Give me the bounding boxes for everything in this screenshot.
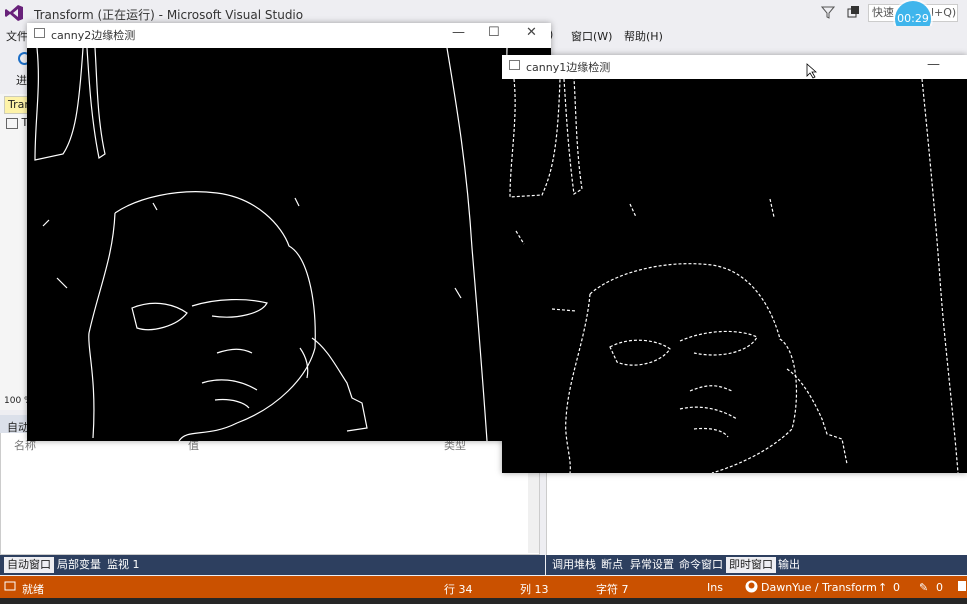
status-ready: 就绪 [22, 583, 44, 596]
maximize-button[interactable]: ☐ [488, 25, 500, 40]
status-char: 字符 7 [596, 583, 629, 596]
canny1-edge-image [509, 79, 959, 473]
mouse-cursor-icon [806, 63, 817, 79]
editor-left-strip [0, 94, 28, 410]
tab-exception-settings[interactable]: 异常设置 [627, 557, 677, 573]
status-message-icon [4, 581, 16, 591]
window-title: Transform (正在运行) - Microsoft Visual Stud… [34, 8, 304, 22]
status-line: 行 34 [444, 583, 473, 596]
canny2-titlebar[interactable]: canny2边缘检测 — ☐ ✕ [27, 23, 551, 48]
window-app-icon [509, 60, 520, 70]
tab-call-stack[interactable]: 调用堆栈 [549, 557, 599, 573]
canny1-titlebar[interactable]: canny1边缘检测 — [502, 55, 967, 79]
solution-node[interactable]: T [6, 116, 28, 129]
arrow-up-icon: ↑ [878, 581, 888, 594]
status-edit-count[interactable]: 0 [936, 581, 943, 594]
canny2-edge-image [34, 48, 538, 441]
status-ins: Ins [707, 581, 723, 594]
status-up-count[interactable]: 0 [893, 581, 900, 594]
immediate-window-panel [546, 470, 967, 555]
menu-help[interactable]: 帮助(H) [624, 28, 663, 44]
visual-studio-logo-icon [5, 5, 23, 21]
tab-autos[interactable]: 自动窗口 [4, 557, 54, 573]
pencil-icon: ✎ [919, 581, 929, 594]
canny1-window[interactable]: canny1边缘检测 — [502, 55, 967, 473]
tab-output[interactable]: 输出 [775, 557, 803, 573]
canny2-title: canny2边缘检测 [51, 29, 136, 42]
github-icon[interactable] [745, 580, 758, 593]
tab-command-window[interactable]: 命令窗口 [676, 557, 726, 573]
canny1-title: canny1边缘检测 [526, 61, 611, 74]
menu-window[interactable]: 窗口(W) [571, 28, 612, 44]
tab-immediate-window[interactable]: 即时窗口 [726, 557, 776, 573]
toolbar-progress-label: 进 [16, 74, 27, 87]
minimize-button[interactable]: — [452, 25, 465, 40]
status-repo[interactable]: DawnYue / Transform [761, 581, 877, 594]
tab-watch-1[interactable]: 监视 1 [104, 557, 143, 573]
window-app-icon [34, 28, 45, 38]
tab-locals[interactable]: 局部变量 [54, 557, 104, 573]
desktop-strip [0, 598, 967, 604]
close-button[interactable]: ✕ [526, 25, 537, 40]
notification-icon[interactable] [846, 5, 860, 19]
minimize-button[interactable]: — [927, 57, 940, 72]
menu-file[interactable]: 文件 [6, 28, 28, 44]
repo-icon[interactable] [956, 580, 967, 592]
filter-icon[interactable] [821, 5, 835, 19]
canny2-window[interactable]: canny2边缘检测 — ☐ ✕ [27, 23, 551, 441]
status-column: 列 13 [520, 583, 549, 596]
project-icon [6, 117, 18, 129]
tab-breakpoints[interactable]: 断点 [598, 557, 626, 573]
